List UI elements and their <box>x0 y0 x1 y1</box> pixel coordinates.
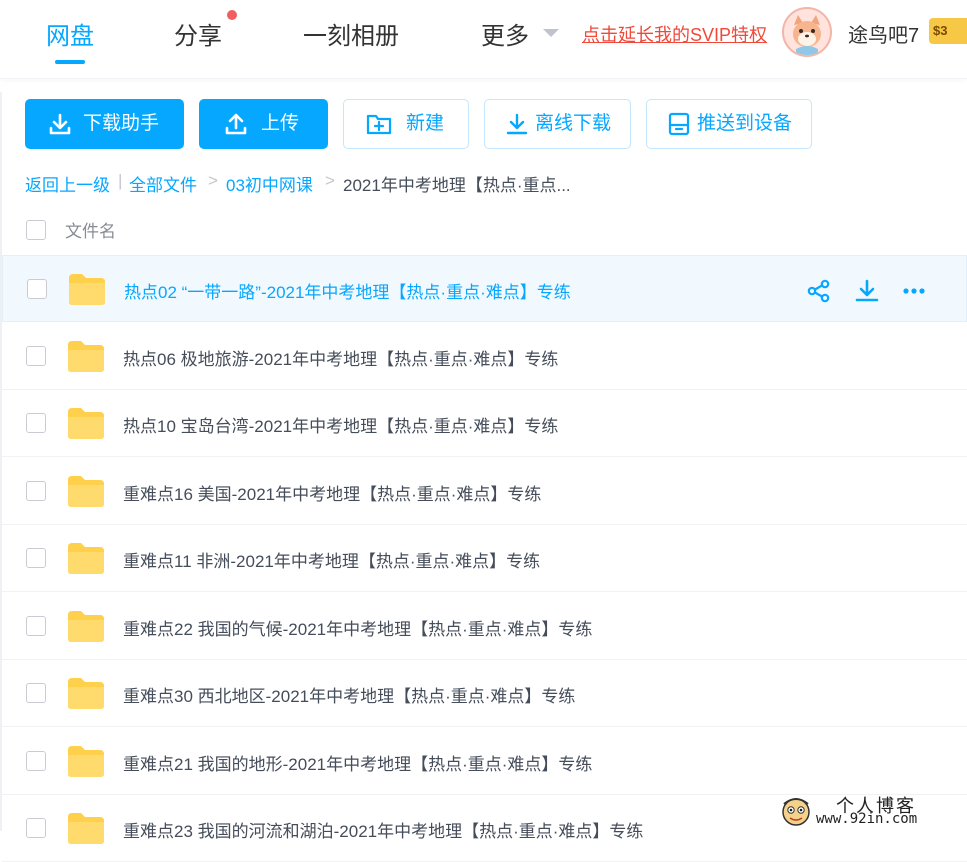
upload-icon <box>225 113 247 135</box>
download-icon <box>49 113 71 135</box>
folder-name[interactable]: 重难点16 美国-2021年中考地理【热点·重点·难点】专练 <box>123 480 541 505</box>
notification-dot <box>227 10 237 20</box>
cartoon-mascot-icon <box>782 798 810 826</box>
breadcrumb-all-files[interactable]: 全部文件 <box>129 171 197 196</box>
file-row[interactable]: 重难点30 西北地区-2021年中考地理【热点·重点·难点】专练 <box>2 660 967 727</box>
tab-netdisk[interactable]: 网盘 <box>46 16 94 51</box>
username[interactable]: 途鸟吧7 <box>848 19 919 48</box>
row-checkbox[interactable] <box>27 279 47 299</box>
download-icon[interactable] <box>854 278 880 309</box>
offline-download-label: 离线下载 <box>535 113 612 134</box>
select-all-checkbox[interactable] <box>26 220 46 240</box>
folder-name[interactable]: 热点10 宝岛台湾-2021年中考地理【热点·重点·难点】专练 <box>123 412 558 437</box>
folder-name[interactable]: 热点02 “一带一路”-2021年中考地理【热点·重点·难点】专练 <box>124 278 571 303</box>
avatar[interactable] <box>782 7 832 57</box>
file-row[interactable]: 热点02 “一带一路”-2021年中考地理【热点·重点·难点】专练 <box>2 255 967 322</box>
breadcrumb-separator: > <box>325 171 335 190</box>
svip-level-badge[interactable]: $3 <box>929 18 967 44</box>
file-row[interactable]: 重难点21 我国的地形-2021年中考地理【热点·重点·难点】专练 <box>2 728 967 795</box>
watermark-url: www.92in.com <box>816 811 918 827</box>
folder-icon <box>66 541 106 580</box>
chevron-down-icon[interactable] <box>543 29 559 37</box>
row-checkbox[interactable] <box>26 548 46 568</box>
folder-icon <box>66 744 106 783</box>
folder-icon <box>66 474 106 513</box>
download-helper-label: 下载助手 <box>83 113 160 134</box>
back-link[interactable]: 返回上一级 <box>25 171 110 196</box>
row-checkbox[interactable] <box>26 480 46 501</box>
folder-icon <box>66 406 106 445</box>
new-folder-button[interactable]: 新建 <box>343 99 469 149</box>
folder-icon <box>67 272 107 311</box>
tab-more[interactable]: 更多 <box>481 16 529 51</box>
active-tab-indicator <box>55 60 85 64</box>
folder-name[interactable]: 重难点22 我国的气候-2021年中考地理【热点·重点·难点】专练 <box>123 615 592 640</box>
row-checkbox[interactable] <box>26 615 46 636</box>
folder-name[interactable]: 重难点11 非洲-2021年中考地理【热点·重点·难点】专练 <box>123 547 540 572</box>
breadcrumb-divider: | <box>118 171 123 190</box>
breadcrumb-current: 2021年中考地理【热点·重点... <box>343 176 571 195</box>
offline-download-icon <box>506 113 528 135</box>
new-folder-icon <box>366 114 392 135</box>
download-helper-button[interactable]: 下载助手 <box>25 99 184 149</box>
push-to-device-label: 推送到设备 <box>697 113 793 134</box>
folder-name[interactable]: 重难点23 我国的河流和湖泊-2021年中考地理【热点·重点·难点】专练 <box>123 817 643 842</box>
push-to-device-button[interactable]: 推送到设备 <box>646 99 812 149</box>
device-icon <box>668 112 690 136</box>
filename-column-header[interactable]: 文件名 <box>65 217 116 242</box>
cartoon-fox-avatar-icon <box>784 9 830 55</box>
file-row[interactable]: 热点10 宝岛台湾-2021年中考地理【热点·重点·难点】专练 <box>2 390 967 457</box>
top-navigation-bar: 网盘 分享 一刻相册 更多 点击延长我的SVIP特权 途鸟吧7 $3 <box>0 0 967 79</box>
file-row[interactable]: 重难点22 我国的气候-2021年中考地理【热点·重点·难点】专练 <box>2 593 967 660</box>
row-checkbox[interactable] <box>26 818 46 838</box>
more-options-icon[interactable] <box>901 278 927 309</box>
offline-download-button[interactable]: 离线下载 <box>484 99 631 149</box>
folder-name[interactable]: 重难点21 我国的地形-2021年中考地理【热点·重点·难点】专练 <box>123 750 592 775</box>
breadcrumb-folder[interactable]: 03初中网课 <box>226 171 313 196</box>
folder-name[interactable]: 热点06 极地旅游-2021年中考地理【热点·重点·难点】专练 <box>123 345 558 370</box>
tab-share[interactable]: 分享 <box>174 16 222 51</box>
row-checkbox[interactable] <box>26 683 46 703</box>
upload-label: 上传 <box>261 113 300 134</box>
upload-button[interactable]: 上传 <box>199 99 328 149</box>
tab-moment-album[interactable]: 一刻相册 <box>303 16 399 51</box>
new-folder-label: 新建 <box>406 113 445 134</box>
folder-icon <box>66 676 106 715</box>
folder-icon <box>66 609 106 648</box>
row-checkbox[interactable] <box>26 750 46 771</box>
folder-icon <box>66 339 106 378</box>
row-checkbox[interactable] <box>26 345 46 366</box>
blog-watermark: 个人博客 www.92in.com <box>776 792 967 831</box>
folder-name[interactable]: 重难点30 西北地区-2021年中考地理【热点·重点·难点】专练 <box>123 682 575 707</box>
file-row[interactable]: 重难点16 美国-2021年中考地理【热点·重点·难点】专练 <box>2 458 967 525</box>
file-row[interactable]: 热点06 极地旅游-2021年中考地理【热点·重点·难点】专练 <box>2 323 967 390</box>
file-row[interactable]: 重难点11 非洲-2021年中考地理【热点·重点·难点】专练 <box>2 525 967 592</box>
share-icon[interactable] <box>806 278 832 309</box>
breadcrumb-separator: > <box>208 171 218 190</box>
svip-renew-link[interactable]: 点击延长我的SVIP特权 <box>582 21 767 47</box>
row-checkbox[interactable] <box>26 413 46 433</box>
